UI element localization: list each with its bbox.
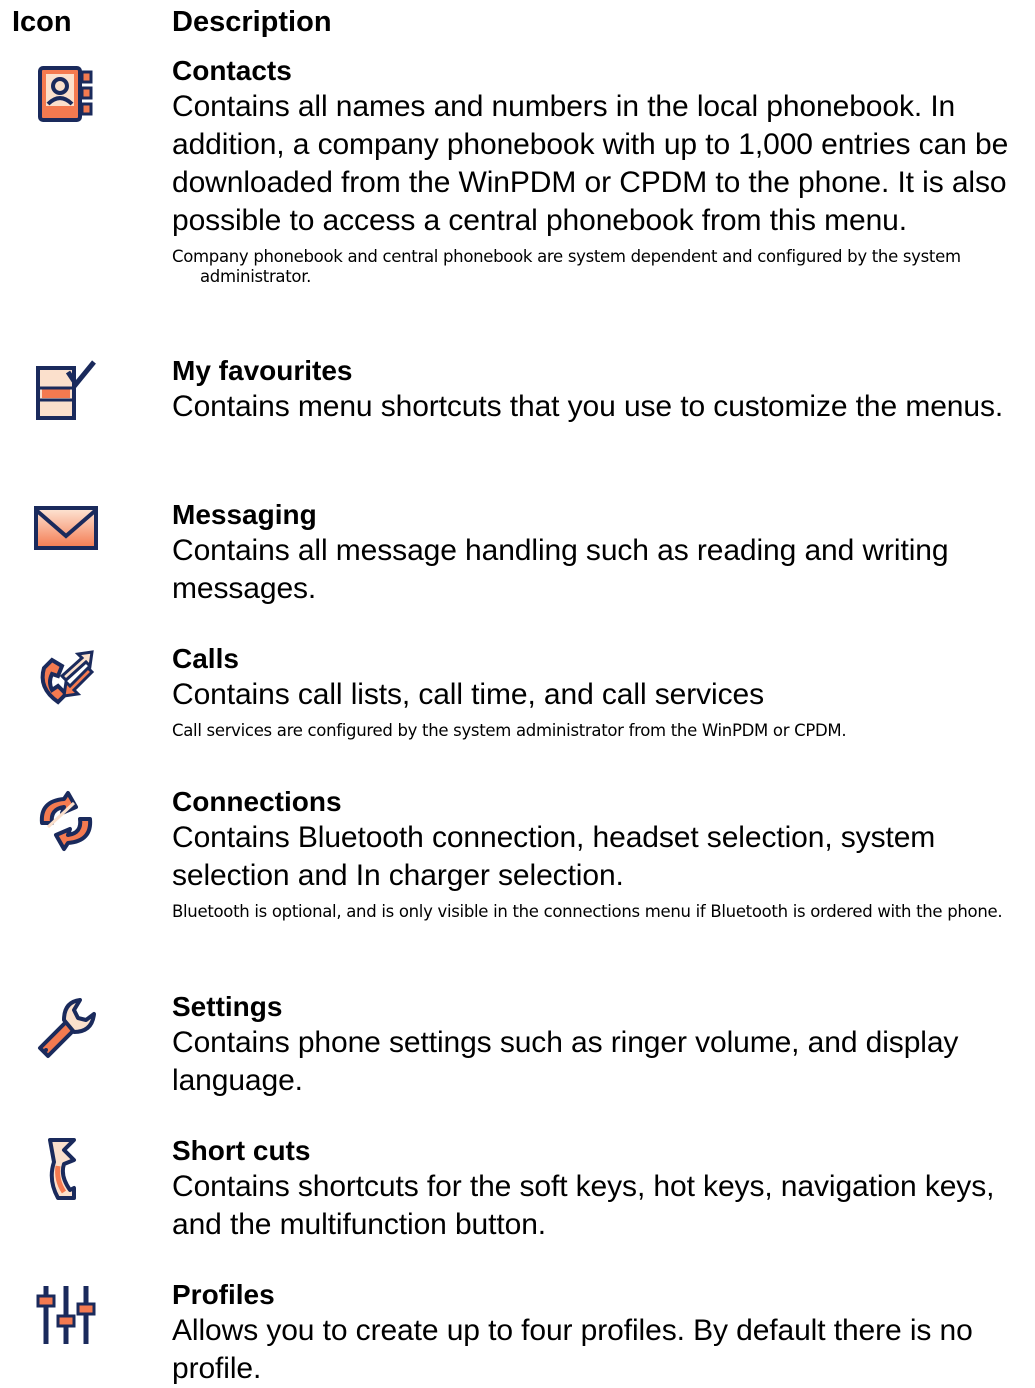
item-note: Call services are configured by the syst… bbox=[172, 721, 847, 740]
item-description: Contains Bluetooth connection, headset s… bbox=[172, 821, 936, 892]
contacts-icon bbox=[34, 62, 98, 126]
item-title: Messaging bbox=[172, 499, 317, 530]
item-title: Connections bbox=[172, 786, 342, 817]
settings-icon bbox=[34, 996, 98, 1060]
column-header-icon: Icon bbox=[12, 6, 72, 38]
column-header-description: Description bbox=[172, 6, 332, 38]
favourites-icon bbox=[34, 358, 98, 422]
item-title: Contacts bbox=[172, 55, 292, 86]
connections-icon bbox=[34, 789, 98, 853]
item-note: Company phonebook and central phonebook … bbox=[172, 247, 961, 286]
item-description: Contains phone settings such as ringer v… bbox=[172, 1026, 959, 1097]
shortcuts-icon bbox=[34, 1136, 98, 1200]
messaging-icon bbox=[34, 498, 98, 562]
item-description: Allows you to create up to four profiles… bbox=[172, 1314, 973, 1385]
item-note: Bluetooth is optional, and is only visib… bbox=[172, 902, 1003, 921]
item-description: Contains shortcuts for the soft keys, ho… bbox=[172, 1170, 995, 1241]
item-description: Contains menu shortcuts that you use to … bbox=[172, 390, 1004, 423]
item-title: Settings bbox=[172, 991, 283, 1022]
item-title: Calls bbox=[172, 643, 239, 674]
item-title: Short cuts bbox=[172, 1135, 311, 1166]
item-title: Profiles bbox=[172, 1279, 275, 1310]
profiles-icon bbox=[34, 1282, 98, 1346]
item-title: My favourites bbox=[172, 355, 353, 386]
calls-icon bbox=[34, 646, 98, 710]
item-description: Contains call lists, call time, and call… bbox=[172, 678, 764, 711]
item-description: Contains all message handling such as re… bbox=[172, 534, 949, 605]
item-description: Contains all names and numbers in the lo… bbox=[172, 90, 1009, 237]
